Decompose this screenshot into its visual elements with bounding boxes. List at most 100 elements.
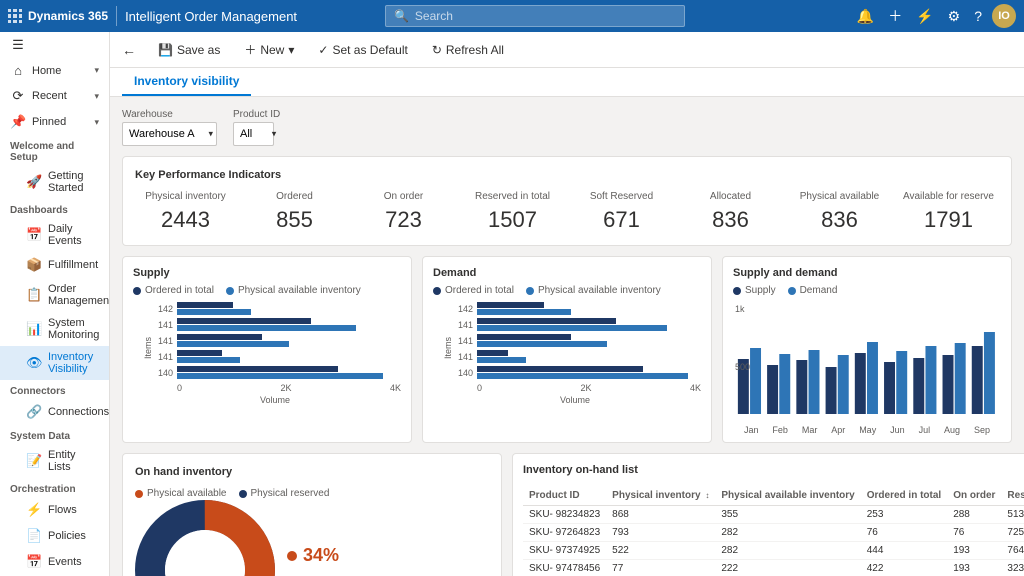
table-row[interactable]: SKU- 98234823 868 355 253 288 513 238 60… [523,506,1024,524]
sidebar-item-fulfillment[interactable]: 📦 Fulfillment [0,252,109,278]
app-logo[interactable]: Dynamics 365 [8,9,108,23]
sidebar-item-home[interactable]: ⌂ Home ▾ [0,58,109,83]
kpi-on-order: On order 723 [353,191,454,233]
set-default-button[interactable]: ✓ Set as Default [312,40,413,60]
sidebar-item-events[interactable]: 📅 Events [0,549,109,575]
avatar[interactable]: IO [992,4,1016,28]
chevron-down-icon: ▾ [288,43,294,57]
refresh-button[interactable]: ↻ Refresh All [426,40,510,60]
policy-icon: 📄 [26,528,42,544]
kpi-allocated: Allocated 836 [680,191,781,233]
sidebar-item-policies[interactable]: 📄 Policies [0,523,109,549]
demand-chart: Demand Ordered in total Physical availab… [422,256,712,443]
new-icon: ＋ [244,41,256,58]
bell-icon[interactable]: 🔔 [853,4,878,29]
warehouse-select[interactable]: Warehouse A [122,122,217,146]
plus-icon[interactable]: ＋ [884,2,906,30]
on-hand-legend: Physical available Physical reserved [135,488,489,499]
product-id-label: Product ID [233,109,280,120]
recent-icon: ⟳ [10,88,26,104]
sidebar-item-getting-started-label: Getting Started [48,170,99,194]
table-scroll[interactable]: Product ID Physical inventory ↕ Physical… [523,486,1024,576]
on-hand-title: On hand inventory [135,466,489,478]
clipboard-icon: 📋 [26,287,42,303]
vbar-svg [733,310,1001,420]
on-hand-section: On hand inventory Physical available Phy… [122,453,502,576]
sidebar-item-recent[interactable]: ⟳ Recent ▾ [0,83,109,109]
sidebar-item-home-label: Home [32,65,61,77]
sidebar-item-entity-lists[interactable]: 📝 Entity Lists [0,444,109,478]
inventory-table-title: Inventory on-hand list [523,464,1024,476]
sidebar-toggle[interactable]: ☰ [0,32,109,58]
col-on-order[interactable]: On order [947,486,1001,506]
filter-icon[interactable]: ⚡ [912,4,937,29]
box-icon: 📦 [26,257,42,273]
sidebar-item-order-management[interactable]: 📋 Order Management [0,278,109,312]
y-top-label: 1k [735,304,745,314]
bar-blue [177,309,251,315]
supply-demand-vbar: 1k 500 [733,302,1001,432]
col-physical-available-inventory[interactable]: Physical available inventory [715,486,860,506]
donut-labels: 34% 66% [287,545,339,576]
tab-bar: Inventory visibility [110,68,1024,97]
col-product-id[interactable]: Product ID [523,486,606,506]
list-icon: 📝 [26,453,42,469]
sidebar-item-entity-lists-label: Entity Lists [48,449,99,473]
sidebar-item-pinned[interactable]: 📌 Pinned ▾ [0,109,109,135]
grid-icon [8,9,22,23]
col-physical-inventory[interactable]: Physical inventory ↕ [606,486,715,506]
hamburger-icon: ☰ [10,37,26,53]
sidebar: ☰ ⌂ Home ▾ ⟳ Recent ▾ 📌 Pinned ▾ Welcome… [0,32,110,576]
search-placeholder: Search [415,9,453,23]
sidebar-item-recent-label: Recent [32,90,67,102]
table-row[interactable]: SKU- 97374925 522 282 444 193 764 53 87 … [523,542,1024,560]
save-icon: 💾 [158,43,173,57]
supply-demand-legend-demand: Demand [788,285,838,296]
col-reserved-total[interactable]: Reserved in total [1001,486,1024,506]
chevron-down-icon: ▾ [94,65,99,76]
demand-y-label: Items [443,337,453,359]
demand-legend-ordered: Ordered in total [433,285,514,296]
table-row[interactable]: SKU- 97264823 793 282 76 76 725 90 98 42… [523,524,1024,542]
cell-product-id: SKU- 98234823 [523,506,606,524]
kpi-reserved-total: Reserved in total 1507 [462,191,563,233]
available-pct: 34% [303,545,339,566]
vbar-xaxis: Jan Feb Mar Apr May Jun Jul Aug Sep [733,425,1001,435]
supply-x-label: Volume [149,395,401,405]
table-row[interactable]: SKU- 97478456 77 222 422 193 323 89 613 … [523,560,1024,576]
topbar-icons: 🔔 ＋ ⚡ ⚙ ? IO [853,2,1016,30]
physical-dot [226,287,234,295]
sidebar-item-system-monitoring[interactable]: 📊 System Monitoring [0,312,109,346]
demand-bars: 142 141 [449,302,701,379]
search-box[interactable]: 🔍 Search [385,5,685,27]
sidebar-item-connections[interactable]: 🔗 Connections [0,399,109,425]
sidebar-item-getting-started[interactable]: 🚀 Getting Started [0,165,109,199]
available-dot [287,551,297,561]
sidebar-item-inventory-visibility[interactable]: 👁 Inventory Visibility [0,346,109,380]
home-icon: ⌂ [10,63,26,78]
sidebar-item-flows[interactable]: ⚡ Flows [0,497,109,523]
supply-bar-row: 142 [149,302,401,315]
col-ordered-total[interactable]: Ordered in total [861,486,947,506]
sidebar-item-daily-events-label: Daily Events [48,223,99,247]
tab-inventory-visibility[interactable]: Inventory visibility [122,68,251,96]
charts-row: Supply Ordered in total Physical availab… [122,256,1012,443]
section-orchestration: Orchestration [0,478,109,497]
calendar-icon: 📅 [26,227,42,243]
sidebar-item-flows-label: Flows [48,504,77,516]
kpi-available-reserve: Available for reserve 1791 [898,191,999,233]
new-button[interactable]: ＋ New ▾ [238,38,300,61]
sidebar-item-daily-events[interactable]: 📅 Daily Events [0,218,109,252]
save-as-button[interactable]: 💾 Save as [152,40,226,60]
section-system-data: System Data [0,425,109,444]
help-icon[interactable]: ? [970,4,986,28]
demand-x-label: Volume [449,395,701,405]
sidebar-item-system-monitoring-label: System Monitoring [48,317,99,341]
settings-icon[interactable]: ⚙ [944,4,965,29]
bar-dark [177,302,233,308]
product-id-select[interactable]: All [233,122,274,146]
sidebar-item-connections-label: Connections [48,406,109,418]
on-hand-legend-available: Physical available [135,488,227,499]
back-button[interactable]: ← [122,42,136,58]
kpi-soft-reserved: Soft Reserved 671 [571,191,672,233]
